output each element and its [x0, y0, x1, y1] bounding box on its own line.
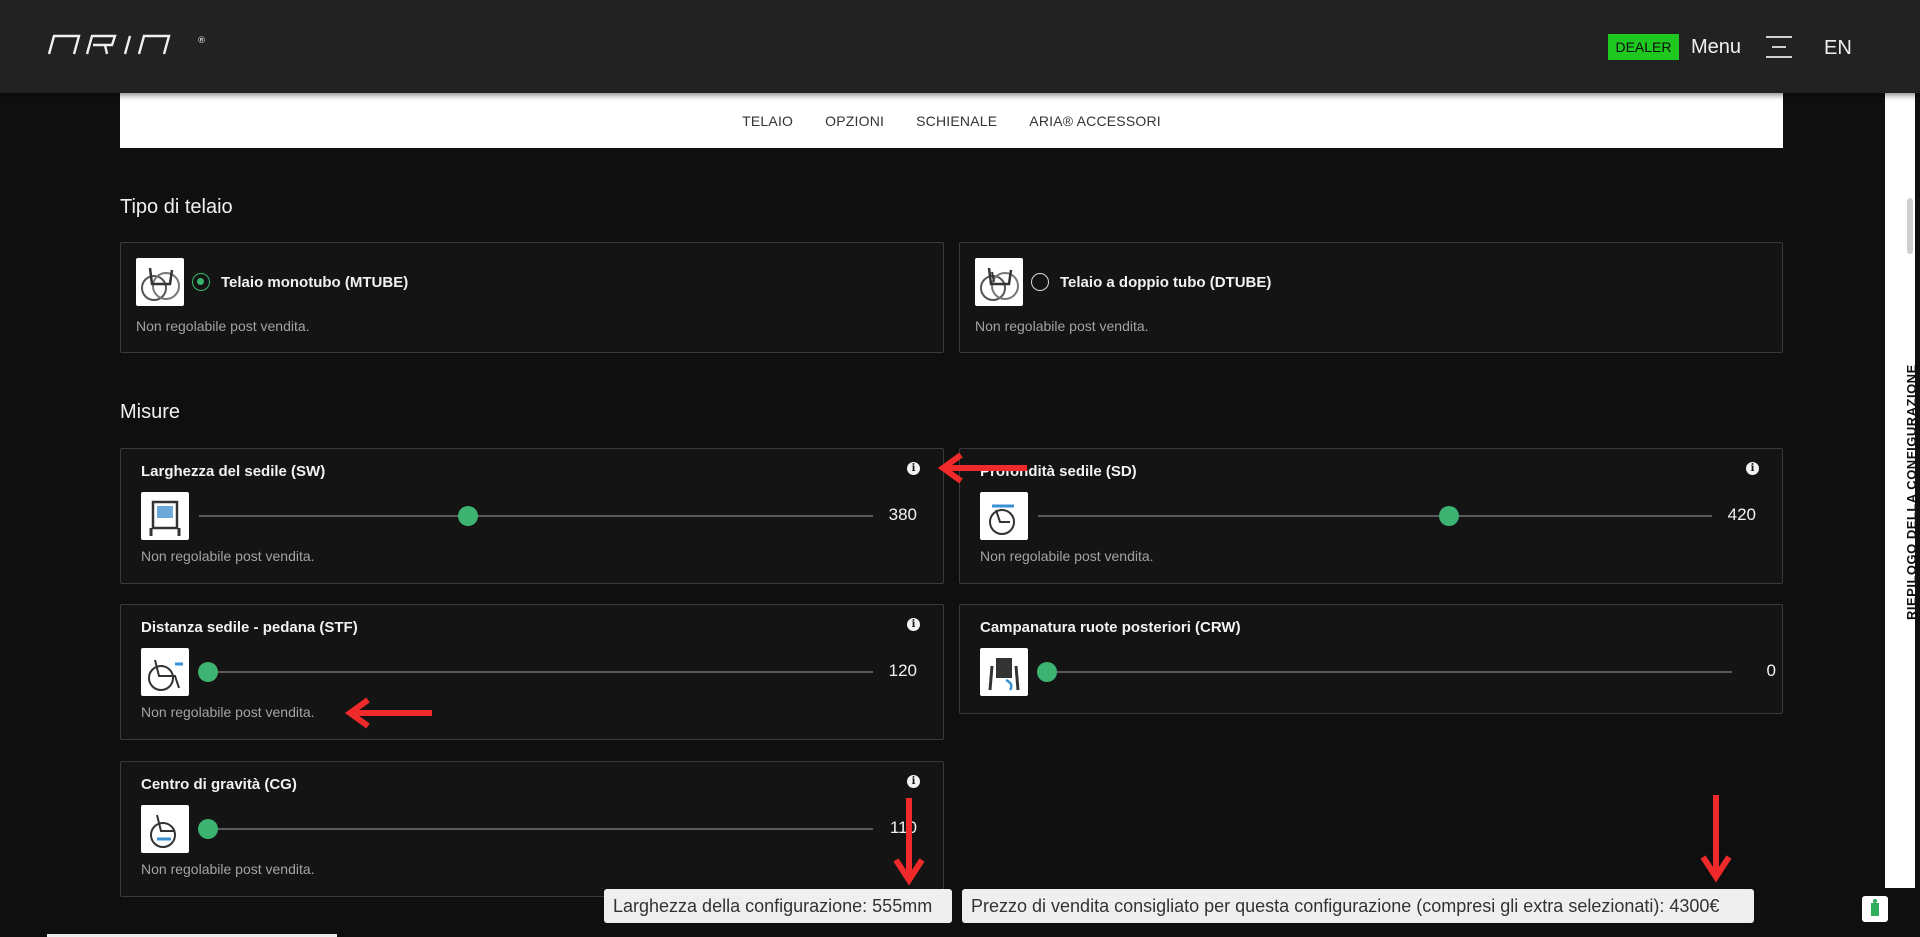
measure-title: Larghezza del sedile (SW) — [141, 463, 326, 480]
frame-option-mtube[interactable]: Telaio monotubo (MTUBE) Non regolabile p… — [120, 242, 944, 353]
option-note: Non regolabile post vendita. — [136, 318, 310, 334]
measure-card-sw: Larghezza del sedile (SW) i 380 Non rego… — [120, 448, 944, 584]
scrollbar-thumb[interactable] — [1907, 198, 1913, 254]
measures-section-title: Misure — [120, 401, 181, 423]
measure-title: Centro di gravità (CG) — [141, 776, 297, 793]
seat-width-icon — [141, 492, 189, 540]
tab-schienale[interactable]: SCHIENALE — [916, 113, 997, 129]
dealer-badge[interactable]: DEALER — [1608, 34, 1679, 60]
aria-logo[interactable]: ® — [47, 34, 207, 61]
svg-text:®: ® — [197, 36, 206, 46]
measure-value: 420 — [1727, 505, 1756, 524]
menu-label[interactable]: Menu — [1691, 34, 1741, 60]
annotation-arrow-down — [893, 798, 925, 886]
configuration-summary-label[interactable]: RIEPILOGO DELLA CONFIGURAZIONE — [1904, 364, 1919, 620]
wheelchair-thumbnail-icon — [136, 258, 184, 306]
measure-value: 380 — [888, 505, 917, 524]
option-label: Telaio monotubo (MTUBE) — [221, 274, 409, 291]
measure-value: 120 — [888, 661, 917, 680]
measure-title: Campanatura ruote posteriori (CRW) — [980, 619, 1241, 636]
measure-card-stf: Distanza sedile - pedana (STF) i 120 Non… — [120, 604, 944, 740]
footrest-distance-icon — [141, 648, 189, 696]
configurator-tabs: TELAIO OPZIONI SCHIENALE ARIA® ACCESSORI — [120, 93, 1783, 148]
tab-opzioni[interactable]: OPZIONI — [825, 113, 884, 129]
radio-mtube[interactable] — [192, 273, 210, 291]
measure-value: 0 — [1766, 661, 1776, 680]
camber-icon — [980, 648, 1028, 696]
slider-knob[interactable] — [458, 506, 478, 526]
info-icon[interactable]: i — [907, 618, 920, 631]
center-of-gravity-icon — [141, 805, 189, 853]
top-header: ® DEALER Menu EN — [0, 0, 1920, 93]
slider-track[interactable] — [199, 671, 873, 673]
slider-track[interactable] — [1038, 671, 1732, 673]
annotation-arrow-left — [344, 697, 432, 729]
price-pill: Prezzo di vendita consigliato per questa… — [962, 889, 1754, 923]
slider-track[interactable] — [199, 828, 873, 830]
measure-card-cg: Centro di gravità (CG) i 110 Non regolab… — [120, 761, 944, 897]
slider-track[interactable] — [199, 515, 873, 517]
slider-knob[interactable] — [1037, 662, 1057, 682]
accessibility-icon[interactable] — [1862, 896, 1888, 922]
measure-note: Non regolabile post vendita. — [141, 548, 315, 564]
option-label: Telaio a doppio tubo (DTUBE) — [1060, 274, 1272, 291]
measure-note: Non regolabile post vendita. — [141, 704, 315, 720]
slider-track[interactable] — [1038, 515, 1712, 517]
measure-title: Distanza sedile - pedana (STF) — [141, 619, 358, 636]
hamburger-icon[interactable] — [1766, 36, 1792, 58]
frame-option-dtube[interactable]: Telaio a doppio tubo (DTUBE) Non regolab… — [959, 242, 1783, 353]
measure-card-crw: Campanatura ruote posteriori (CRW) 0 — [959, 604, 1783, 714]
measure-card-sd: Profondità sedile (SD) i 420 Non regolab… — [959, 448, 1783, 584]
slider-knob[interactable] — [198, 819, 218, 839]
option-note: Non regolabile post vendita. — [975, 318, 1149, 334]
info-icon[interactable]: i — [907, 462, 920, 475]
frame-section-title: Tipo di telaio — [120, 196, 233, 218]
aria-logo-graphic: ® — [47, 34, 206, 55]
tab-telaio[interactable]: TELAIO — [742, 113, 793, 129]
measure-note: Non regolabile post vendita. — [980, 548, 1154, 564]
tab-accessori[interactable]: ARIA® ACCESSORI — [1029, 113, 1161, 129]
radio-dtube[interactable] — [1031, 273, 1049, 291]
slider-knob[interactable] — [198, 662, 218, 682]
slider-knob[interactable] — [1439, 506, 1459, 526]
annotation-arrow-down — [1700, 795, 1732, 883]
configuration-width-pill: Larghezza della configurazione: 555mm — [604, 889, 952, 923]
measure-note: Non regolabile post vendita. — [141, 861, 315, 877]
info-icon[interactable]: i — [907, 775, 920, 788]
wheelchair-thumbnail-icon — [975, 258, 1023, 306]
language-switch[interactable]: EN — [1824, 35, 1852, 61]
annotation-arrow-left — [937, 452, 1027, 484]
seat-depth-icon — [980, 492, 1028, 540]
info-icon[interactable]: i — [1746, 462, 1759, 475]
